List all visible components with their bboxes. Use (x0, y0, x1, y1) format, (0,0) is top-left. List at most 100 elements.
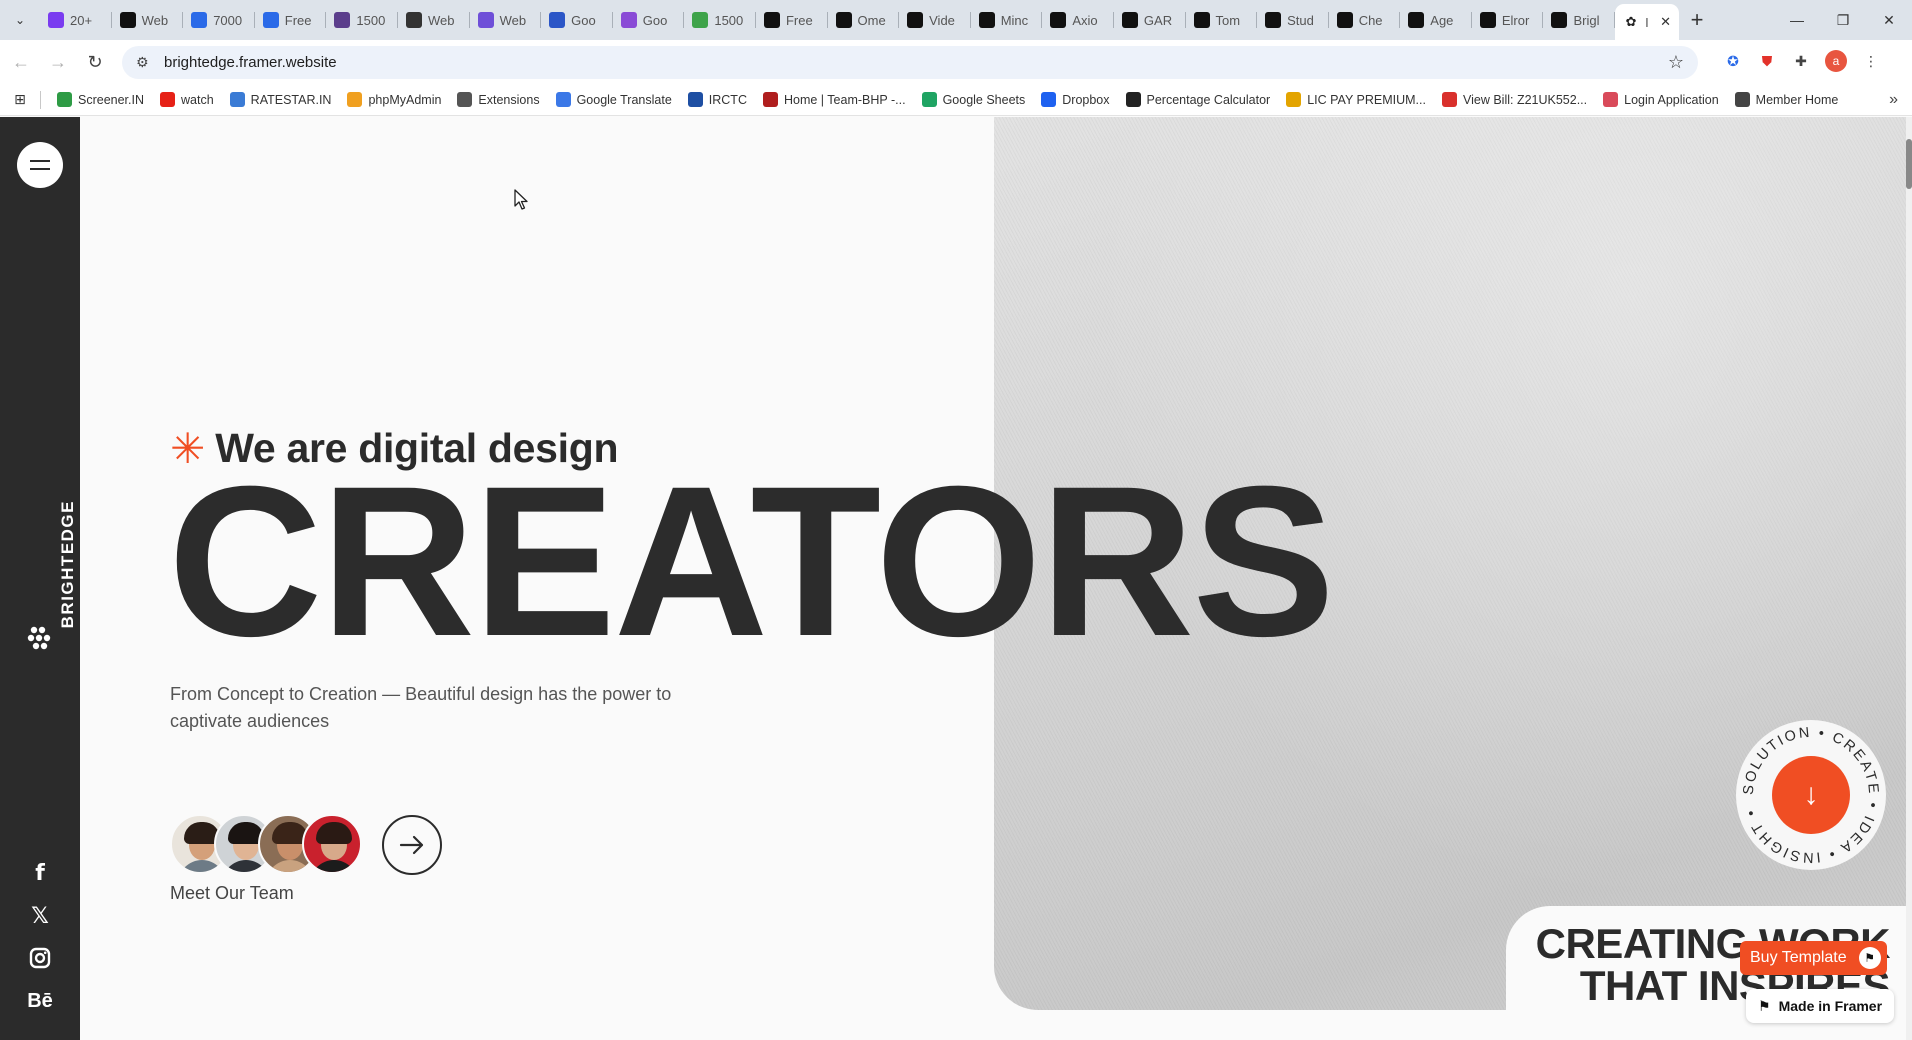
bookmark-item[interactable]: watch (152, 92, 222, 107)
browser-menu-icon[interactable]: ⋮ (1861, 51, 1881, 71)
bookmark-favicon-icon (1041, 92, 1057, 107)
extension-globe-icon[interactable]: ✪ (1723, 51, 1743, 71)
hero-tagline: From Concept to Creation — Beautiful des… (170, 684, 672, 731)
browser-tab[interactable]: Che (1329, 0, 1401, 40)
site-sidebar: BRIGHTEDGE f 𝕏 Bē (0, 117, 80, 1040)
scrollbar-thumb[interactable] (1906, 139, 1912, 189)
bookmark-item[interactable]: IRCTC (680, 92, 755, 107)
bookmark-label: Percentage Calculator (1146, 92, 1271, 107)
scroll-down-badge[interactable]: SOLUTION • CREATE • IDEA • INSIGHT • ↓ (1736, 720, 1886, 870)
active-tab[interactable]: ✿ I ✕ (1615, 4, 1680, 40)
x-twitter-icon[interactable]: 𝕏 (0, 903, 80, 929)
behance-icon[interactable]: Bē (0, 990, 80, 1013)
extensions-puzzle-icon[interactable]: ✚ (1791, 51, 1811, 71)
more-bookmarks-icon[interactable]: » (1889, 91, 1898, 109)
team-arrow-button[interactable] (382, 815, 442, 875)
browser-tab[interactable]: 1500 (326, 0, 398, 40)
instagram-icon[interactable] (0, 947, 80, 969)
browser-tab[interactable]: Goo (541, 0, 613, 40)
mouse-cursor-icon (514, 189, 528, 210)
browser-tab[interactable]: GAR (1114, 0, 1186, 40)
tab-label: Axio (1072, 12, 1098, 28)
tab-label: 20+ (70, 12, 93, 28)
site-info-icon[interactable]: ⚙ (136, 54, 158, 71)
close-window-icon[interactable]: ✕ (1866, 0, 1912, 40)
back-icon[interactable]: ← (5, 46, 37, 78)
browser-tab[interactable]: Stud (1257, 0, 1329, 40)
browser-tab[interactable]: Web (112, 0, 184, 40)
framer-icon (907, 12, 924, 28)
browser-tab[interactable]: Web (470, 0, 542, 40)
bookmark-favicon-icon (1286, 92, 1302, 107)
made-in-framer-label: Made in Framer (1778, 998, 1883, 1014)
bookmark-item[interactable]: View Bill: Z21UK552... (1434, 92, 1595, 107)
bookmark-item[interactable]: Member Home (1727, 92, 1847, 107)
bookmark-item[interactable]: Google Sheets (914, 92, 1034, 107)
new-tab-button[interactable]: + (1679, 0, 1715, 40)
buy-template-button[interactable]: Buy Template ⚑ (1740, 941, 1887, 975)
hamburger-menu-button[interactable] (17, 142, 63, 188)
extension-shield-icon[interactable]: ⛊ (1757, 51, 1777, 71)
profile-avatar[interactable]: a (1825, 50, 1847, 72)
browser-tab[interactable]: 7000 (183, 0, 255, 40)
minimize-icon[interactable]: — (1774, 0, 1820, 40)
bookmark-item[interactable]: Screener.IN (49, 92, 152, 107)
bookmark-item[interactable]: RATESTAR.IN (222, 92, 340, 107)
bookmark-item[interactable]: Extensions (449, 92, 547, 107)
browser-tab[interactable]: Free (756, 0, 828, 40)
browser-tab[interactable]: 20+ (40, 0, 112, 40)
tab-label: Che (1358, 12, 1383, 28)
tab-label: Tom (1215, 12, 1241, 28)
browser-tab[interactable]: Elror (1472, 0, 1544, 40)
bookmark-favicon-icon (1603, 92, 1619, 107)
framer-icon (1265, 12, 1282, 28)
page-scrollbar[interactable] (1906, 117, 1912, 1040)
theme-icon (334, 12, 351, 28)
facebook-icon[interactable]: f (0, 861, 80, 886)
made-in-framer-badge[interactable]: ⚑ Made in Framer (1746, 989, 1895, 1023)
browser-tab[interactable]: Vide (899, 0, 971, 40)
tab-search-chevron-icon[interactable]: ⌄ (0, 0, 40, 40)
bookmark-label: Google Sheets (942, 92, 1026, 107)
meet-team-label[interactable]: Meet Our Team (170, 883, 294, 904)
team-avatars[interactable] (170, 814, 362, 874)
bookmark-item[interactable]: Dropbox (1033, 92, 1117, 107)
tab-label: Web (499, 12, 527, 28)
framer-icon (1121, 12, 1138, 28)
tab-label: 1500 (356, 12, 386, 28)
bookmark-item[interactable]: Percentage Calculator (1118, 92, 1279, 107)
bookmark-label: Member Home (1755, 92, 1839, 107)
leaf-icon (692, 12, 709, 28)
browser-tab[interactable]: Free (255, 0, 327, 40)
reload-icon[interactable]: ↻ (79, 46, 111, 78)
bookmark-item[interactable]: Home | Team-BHP -... (755, 92, 914, 107)
browser-tab[interactable]: 1500 (684, 0, 756, 40)
close-tab-icon[interactable]: ✕ (1660, 14, 1671, 30)
browser-tab[interactable]: Tom (1186, 0, 1258, 40)
bookmark-item[interactable]: Google Translate (548, 92, 680, 107)
bookmark-favicon-icon (687, 92, 703, 107)
webflow-icon (191, 12, 208, 28)
h-icon (477, 12, 494, 28)
hero-headline: CREATORS (168, 442, 1335, 681)
browser-tab[interactable]: Minc (971, 0, 1043, 40)
browser-tab[interactable]: Age (1400, 0, 1472, 40)
bookmark-label: Login Application (1624, 92, 1719, 107)
browser-tab[interactable]: Web (398, 0, 470, 40)
bookmark-favicon-icon (57, 92, 72, 107)
browser-tab[interactable]: Axio (1042, 0, 1114, 40)
tab-label: Goo (642, 12, 668, 28)
browser-tab[interactable]: Goo (613, 0, 685, 40)
forward-icon[interactable]: → (42, 46, 74, 78)
address-bar[interactable]: ⚙ brightedge.framer.website ☆ (122, 46, 1698, 79)
bookmark-star-icon[interactable]: ☆ (1668, 52, 1684, 73)
browser-tab[interactable]: Ome (828, 0, 900, 40)
bookmark-item[interactable]: Login Application (1595, 92, 1727, 107)
restore-icon[interactable]: ❐ (1820, 0, 1866, 40)
bookmark-item[interactable]: phpMyAdmin (339, 92, 449, 107)
framer-logo-icon: ⚑ (1758, 997, 1771, 1014)
apps-grid-icon[interactable]: ⊞ (0, 91, 40, 108)
bookmark-item[interactable]: LIC PAY PREMIUM... (1278, 92, 1434, 107)
bookmark-favicon-icon (921, 92, 937, 107)
browser-tab[interactable]: Brigl (1543, 0, 1615, 40)
